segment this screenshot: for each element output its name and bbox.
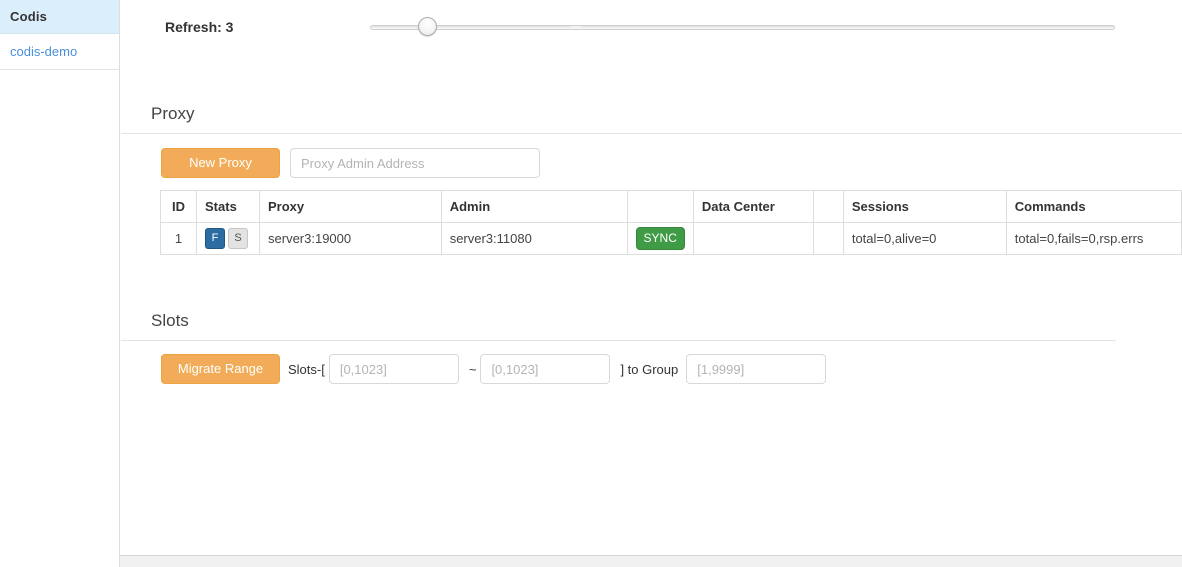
refresh-interval-slider[interactable]	[370, 17, 1115, 37]
slider-track[interactable]	[370, 25, 1115, 30]
slots-prefix-label: Slots-[	[288, 361, 325, 377]
main-content: Refresh: 3 Proxy New Proxy Proxy Admin A…	[121, 0, 1182, 567]
stats-badge-s[interactable]: S	[228, 228, 249, 249]
proxy-table-header-row: ID Stats Proxy Admin Data Center Session…	[159, 190, 1182, 223]
sync-button[interactable]: SYNC	[635, 227, 685, 250]
sidebar: Codis codis-demo	[0, 0, 120, 567]
cell-admin-address: server3:11080	[440, 222, 628, 255]
slider-thumb[interactable]	[418, 17, 437, 36]
column-header-data-center: Data Center	[692, 190, 814, 223]
column-header-sessions: Sessions	[842, 190, 1007, 223]
slots-group-input[interactable]	[686, 354, 827, 384]
sidebar-header: Codis	[0, 0, 119, 34]
cell-blank	[812, 222, 844, 255]
cell-stats: FS	[196, 222, 261, 255]
column-header-proxy: Proxy	[259, 190, 442, 223]
sidebar-item-codis-demo[interactable]: codis-demo	[0, 34, 119, 70]
refresh-row: Refresh: 3	[121, 0, 1182, 56]
cell-data-center	[692, 222, 814, 255]
column-header-blank	[812, 190, 844, 223]
slots-range-from-input[interactable]	[328, 354, 459, 384]
column-header-admin: Admin	[440, 190, 628, 223]
codis-dashboard: Codis codis-demo Refresh: 3 Proxy New Pr…	[0, 0, 1182, 567]
cell-sync: SYNC	[626, 222, 694, 255]
slots-panel-title: Slots	[151, 311, 189, 330]
cell-commands: total=0,fails=0,rsp.errs	[1005, 222, 1182, 255]
column-header-stats: Stats	[196, 190, 261, 223]
proxy-admin-address-input[interactable]	[290, 148, 540, 178]
slots-form-row: Migrate Range Slots-[ ~ ] to Group	[121, 341, 1121, 384]
proxy-panel-title: Proxy	[151, 104, 195, 123]
cell-proxy-address: server3:19000	[259, 222, 442, 255]
proxy-form-row: New Proxy	[121, 134, 1182, 190]
table-row: 1 FS server3:19000 server3:11080 SYNC to…	[159, 222, 1182, 255]
cell-id: 1	[159, 222, 198, 255]
column-header-commands: Commands	[1005, 190, 1182, 223]
sidebar-header-label: Codis	[10, 9, 48, 24]
slots-to-group-label: ] to Group	[620, 361, 679, 377]
stats-badge-f[interactable]: F	[205, 228, 226, 249]
slots-tilde-label: ~	[468, 361, 477, 377]
migrate-range-button[interactable]: Migrate Range	[161, 354, 280, 384]
column-header-sync	[626, 190, 694, 223]
sidebar-item-label: codis-demo	[10, 44, 78, 59]
proxy-title-row: Proxy	[121, 95, 1182, 133]
new-proxy-button[interactable]: New Proxy	[161, 148, 280, 178]
refresh-label: Refresh: 3	[165, 19, 234, 35]
column-header-id: ID	[159, 190, 198, 223]
proxy-table: ID Stats Proxy Admin Data Center Session…	[159, 190, 1182, 255]
slots-panel: Slots Migrate Range Slots-[ ~ ] to Group	[121, 302, 1121, 384]
proxy-panel: Proxy New Proxy ID Stats Proxy Admin	[121, 95, 1182, 255]
cell-sessions: total=0,alive=0	[842, 222, 1007, 255]
horizontal-scrollbar[interactable]	[0, 555, 1182, 567]
slots-range-to-input[interactable]	[480, 354, 611, 384]
slider-tick	[571, 26, 581, 28]
slots-title-row: Slots	[121, 302, 1121, 340]
